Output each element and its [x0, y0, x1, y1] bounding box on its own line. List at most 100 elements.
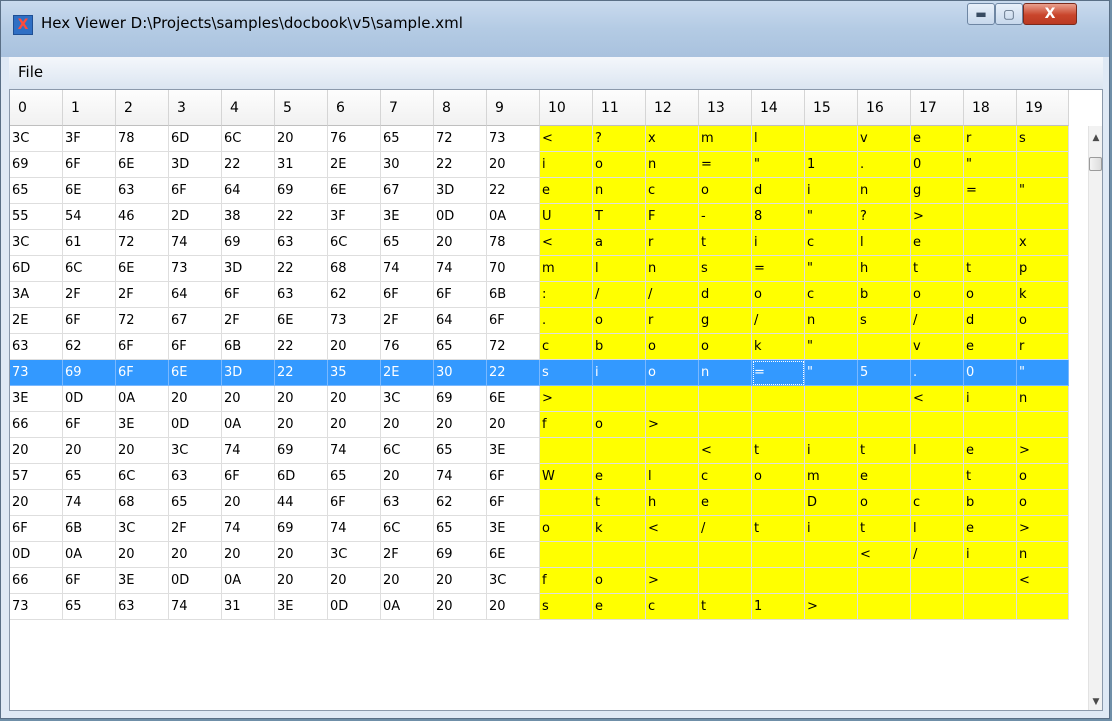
hex-cell[interactable]: 0A	[116, 386, 169, 412]
ascii-cell[interactable]: c	[911, 490, 964, 516]
hex-cell[interactable]: 20	[169, 386, 222, 412]
hex-cell[interactable]: 3F	[328, 204, 381, 230]
ascii-cell[interactable]	[752, 386, 805, 412]
ascii-cell[interactable]: .	[858, 152, 911, 178]
ascii-cell[interactable]: n	[1017, 542, 1069, 568]
ascii-cell[interactable]: e	[593, 594, 646, 620]
column-header[interactable]: 7	[381, 90, 434, 126]
hex-cell[interactable]: 73	[10, 594, 63, 620]
hex-cell[interactable]: 30	[434, 360, 487, 386]
column-header[interactable]: 10	[540, 90, 593, 126]
hex-cell[interactable]: 6E	[116, 152, 169, 178]
ascii-cell[interactable]	[858, 412, 911, 438]
hex-cell[interactable]: 6F	[487, 308, 540, 334]
hex-cell[interactable]: 63	[10, 334, 63, 360]
hex-cell[interactable]: 6D	[275, 464, 328, 490]
hex-cell[interactable]: 6E	[116, 256, 169, 282]
ascii-cell[interactable]: >	[646, 568, 699, 594]
hex-cell[interactable]: 3D	[222, 256, 275, 282]
hex-cell[interactable]: 3E	[381, 204, 434, 230]
hex-cell[interactable]: 3D	[434, 178, 487, 204]
ascii-cell[interactable]: a	[593, 230, 646, 256]
ascii-cell[interactable]: <	[699, 438, 752, 464]
ascii-cell[interactable]: o	[699, 178, 752, 204]
ascii-cell[interactable]	[964, 568, 1017, 594]
ascii-cell[interactable]: >	[1017, 438, 1069, 464]
ascii-cell[interactable]: "	[805, 360, 858, 386]
hex-cell[interactable]: 6F	[169, 178, 222, 204]
ascii-cell[interactable]: e	[540, 178, 593, 204]
ascii-cell[interactable]: o	[911, 282, 964, 308]
hex-cell[interactable]: 6E	[328, 178, 381, 204]
ascii-cell[interactable]: i	[752, 230, 805, 256]
hex-cell[interactable]: 22	[487, 360, 540, 386]
ascii-cell[interactable]	[858, 568, 911, 594]
ascii-cell[interactable]	[805, 412, 858, 438]
ascii-cell[interactable]: i	[805, 516, 858, 542]
hex-cell[interactable]: 3C	[116, 516, 169, 542]
app-x-icon[interactable]: X	[13, 15, 33, 35]
column-header[interactable]: 2	[116, 90, 169, 126]
hex-cell[interactable]: 6E	[275, 308, 328, 334]
hex-cell[interactable]: 65	[10, 178, 63, 204]
hex-cell[interactable]: 54	[63, 204, 116, 230]
hex-cell[interactable]: 68	[328, 256, 381, 282]
hex-cell[interactable]: 74	[222, 516, 275, 542]
hex-cell[interactable]: 0D	[10, 542, 63, 568]
hex-cell[interactable]: 74	[328, 516, 381, 542]
ascii-cell[interactable]: "	[805, 256, 858, 282]
ascii-cell[interactable]: o	[646, 334, 699, 360]
ascii-cell[interactable]: i	[540, 152, 593, 178]
ascii-cell[interactable]: n	[858, 178, 911, 204]
column-header[interactable]: 12	[646, 90, 699, 126]
hex-cell[interactable]: 20	[434, 230, 487, 256]
ascii-cell[interactable]: "	[1017, 360, 1069, 386]
hex-grid[interactable]: 0 1 2 3 4 5 6 7 8 9 10 11 12 13 14 15 16 17 18 19 3C 3F 78 6D 6C…	[9, 89, 1103, 711]
ascii-cell[interactable]: i	[593, 360, 646, 386]
hex-cell[interactable]: 6E	[63, 178, 116, 204]
hex-cell[interactable]: 3F	[63, 126, 116, 152]
ascii-cell[interactable]: t	[699, 230, 752, 256]
hex-cell[interactable]: 20	[328, 412, 381, 438]
hex-cell[interactable]: 55	[10, 204, 63, 230]
hex-cell[interactable]: 6B	[63, 516, 116, 542]
hex-cell[interactable]: 2F	[381, 542, 434, 568]
ascii-cell[interactable]: o	[593, 568, 646, 594]
hex-cell[interactable]: 3C	[487, 568, 540, 594]
minimize-button[interactable]: ▬	[967, 3, 995, 25]
ascii-cell[interactable]: r	[646, 230, 699, 256]
ascii-cell[interactable]: /	[752, 308, 805, 334]
ascii-cell[interactable]	[911, 464, 964, 490]
hex-cell[interactable]: 65	[381, 230, 434, 256]
hex-cell[interactable]: 3E	[10, 386, 63, 412]
column-header[interactable]: 8	[434, 90, 487, 126]
hex-cell[interactable]: 63	[116, 594, 169, 620]
hex-cell[interactable]: 62	[63, 334, 116, 360]
ascii-cell[interactable]: x	[646, 126, 699, 152]
hex-cell[interactable]: 22	[275, 204, 328, 230]
hex-cell[interactable]: 0A	[487, 204, 540, 230]
ascii-cell[interactable]: s	[540, 594, 593, 620]
hex-cell[interactable]: 6F	[63, 568, 116, 594]
hex-cell[interactable]: 6C	[381, 438, 434, 464]
hex-cell[interactable]: 69	[275, 438, 328, 464]
ascii-cell[interactable]	[699, 412, 752, 438]
ascii-cell[interactable]: =	[752, 360, 805, 386]
column-header[interactable]: 17	[911, 90, 964, 126]
ascii-cell[interactable]: i	[964, 542, 1017, 568]
ascii-cell[interactable]	[805, 542, 858, 568]
hex-cell[interactable]: 20	[275, 542, 328, 568]
ascii-cell[interactable]: m	[805, 464, 858, 490]
hex-cell[interactable]: 72	[116, 230, 169, 256]
ascii-cell[interactable]	[911, 568, 964, 594]
scroll-down-arrow-icon[interactable]: ▼	[1089, 694, 1102, 710]
ascii-cell[interactable]	[540, 490, 593, 516]
ascii-cell[interactable]: =	[964, 178, 1017, 204]
ascii-cell[interactable]: i	[805, 178, 858, 204]
ascii-cell[interactable]	[752, 490, 805, 516]
hex-cell[interactable]: 3E	[487, 516, 540, 542]
ascii-cell[interactable]	[699, 386, 752, 412]
ascii-cell[interactable]: b	[858, 282, 911, 308]
hex-cell[interactable]: 69	[222, 230, 275, 256]
close-button[interactable]: X	[1023, 3, 1077, 25]
